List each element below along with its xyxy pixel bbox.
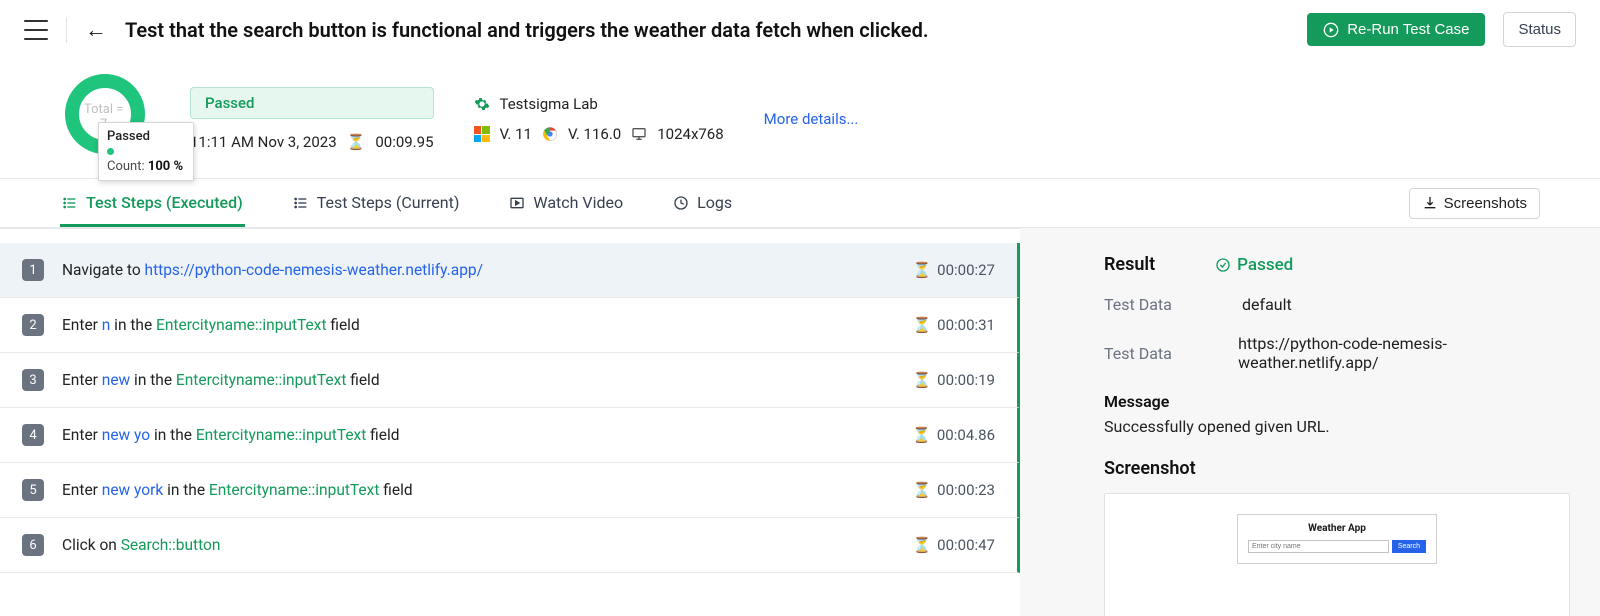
tab-test-steps-current[interactable]: Test Steps (Current): [291, 179, 462, 227]
lab-name: Testsigma Lab: [500, 95, 598, 113]
mock-weather-app: Weather App Search: [1237, 514, 1437, 564]
status-badge: Passed: [190, 87, 434, 119]
menu-icon[interactable]: [24, 20, 48, 40]
check-circle-icon: [1215, 257, 1231, 273]
step-number: 5: [22, 479, 44, 501]
panel-gutter: [1020, 228, 1074, 616]
list-icon: [293, 195, 309, 211]
screenshot-label: Screenshot: [1104, 458, 1570, 479]
rerun-testcase-button[interactable]: Re-Run Test Case: [1307, 13, 1485, 46]
hourglass-icon: ⏳: [347, 133, 366, 151]
step-number: 1: [22, 259, 44, 281]
step-text: Enter new york in the Entercityname::inp…: [62, 481, 912, 499]
step-number: 4: [22, 424, 44, 446]
rerun-label: Re-Run Test Case: [1347, 21, 1469, 38]
resolution: 1024x768: [657, 125, 723, 143]
step-row[interactable]: 5 Enter new york in the Entercityname::i…: [0, 463, 1020, 518]
time-block: Passed 11:11 AM Nov 3, 2023 ⏳ 00:09.95: [190, 87, 434, 151]
step-duration: ⏳00:00:47: [912, 536, 995, 554]
run-duration: 00:09.95: [375, 133, 433, 151]
hourglass-icon: ⏳: [912, 261, 931, 279]
step-row[interactable]: 4 Enter new yo in the Entercityname::inp…: [0, 408, 1020, 463]
detail-panel: Result Passed Test Data default Test Dat…: [1074, 228, 1600, 616]
timestamp: 11:11 AM Nov 3, 2023: [190, 133, 337, 151]
step-duration: ⏳00:00:27: [912, 261, 995, 279]
testdata1-label: Test Data: [1104, 295, 1182, 314]
monitor-icon: [631, 126, 647, 142]
chrome-icon: [542, 126, 558, 142]
tab-logs[interactable]: Logs: [671, 179, 734, 227]
result-donut: Total = 7 Passed Count: 100 %: [60, 74, 150, 164]
testdata1-value: default: [1242, 295, 1292, 314]
step-text: Enter new yo in the Entercityname::input…: [62, 426, 912, 444]
hourglass-icon: ⏳: [912, 371, 931, 389]
environment-block: Testsigma Lab V. 11 V. 116.0 1024x768: [474, 95, 724, 143]
play-icon: [1323, 22, 1339, 38]
step-text: Navigate to https://python-code-nemesis-…: [62, 261, 912, 279]
clock-icon: [673, 195, 689, 211]
hourglass-icon: ⏳: [912, 316, 931, 334]
step-number: 3: [22, 369, 44, 391]
hourglass-icon: ⏳: [912, 481, 931, 499]
result-label: Result: [1104, 254, 1155, 275]
step-duration: ⏳00:00:31: [912, 316, 995, 334]
tab-test-steps-executed[interactable]: Test Steps (Executed): [60, 179, 245, 227]
gear-icon: [474, 96, 490, 112]
step-row[interactable]: 1 Navigate to https://python-code-nemesi…: [0, 243, 1020, 298]
message-label: Message: [1104, 392, 1570, 411]
result-value: Passed: [1215, 255, 1293, 275]
page-title: Test that the search button is functiona…: [125, 18, 1289, 42]
summary-bar: Total = 7 Passed Count: 100 % Passed 11:…: [0, 60, 1600, 179]
back-arrow-icon[interactable]: ←: [85, 17, 107, 43]
step-number: 6: [22, 534, 44, 556]
windows-icon: [474, 126, 490, 142]
hourglass-icon: ⏳: [912, 536, 931, 554]
step-row[interactable]: 3 Enter new in the Entercityname::inputT…: [0, 353, 1020, 408]
content-area: 1 Navigate to https://python-code-nemesi…: [0, 228, 1600, 616]
step-number: 2: [22, 314, 44, 336]
header-bar: ← Test that the search button is functio…: [0, 0, 1600, 60]
step-row[interactable]: 6 Click on Search::button ⏳00:00:47: [0, 518, 1020, 573]
download-icon: [1422, 195, 1438, 211]
list-icon: [62, 195, 78, 211]
hourglass-icon: ⏳: [912, 426, 931, 444]
testdata2-label: Test Data: [1104, 344, 1178, 363]
more-details-link[interactable]: More details...: [764, 110, 859, 128]
screenshots-button[interactable]: Screenshots: [1409, 188, 1540, 219]
screenshot-preview[interactable]: Weather App Search: [1104, 493, 1570, 616]
header-divider: [66, 17, 67, 43]
tab-watch-video[interactable]: Watch Video: [507, 179, 625, 227]
mock-city-input: [1248, 540, 1389, 553]
step-duration: ⏳00:00:23: [912, 481, 995, 499]
message-value: Successfully opened given URL.: [1104, 417, 1570, 436]
os-version: V. 11: [500, 125, 532, 143]
step-text: Enter new in the Entercityname::inputTex…: [62, 371, 912, 389]
tabs-bar: Test Steps (Executed) Test Steps (Curren…: [0, 179, 1600, 228]
step-duration: ⏳00:04.86: [912, 426, 995, 444]
mock-search-button: Search: [1392, 540, 1426, 553]
steps-panel: 1 Navigate to https://python-code-nemesi…: [0, 228, 1020, 616]
donut-tooltip: Passed Count: 100 %: [98, 122, 194, 181]
step-row[interactable]: 2 Enter n in the Entercityname::inputTex…: [0, 298, 1020, 353]
testdata2-value: https://python-code-nemesis-weather.netl…: [1238, 334, 1570, 372]
video-icon: [509, 195, 525, 211]
step-duration: ⏳00:00:19: [912, 371, 995, 389]
step-text: Enter n in the Entercityname::inputText …: [62, 316, 912, 334]
browser-version: V. 116.0: [568, 125, 621, 143]
step-text: Click on Search::button: [62, 536, 912, 554]
status-button[interactable]: Status: [1503, 12, 1576, 47]
